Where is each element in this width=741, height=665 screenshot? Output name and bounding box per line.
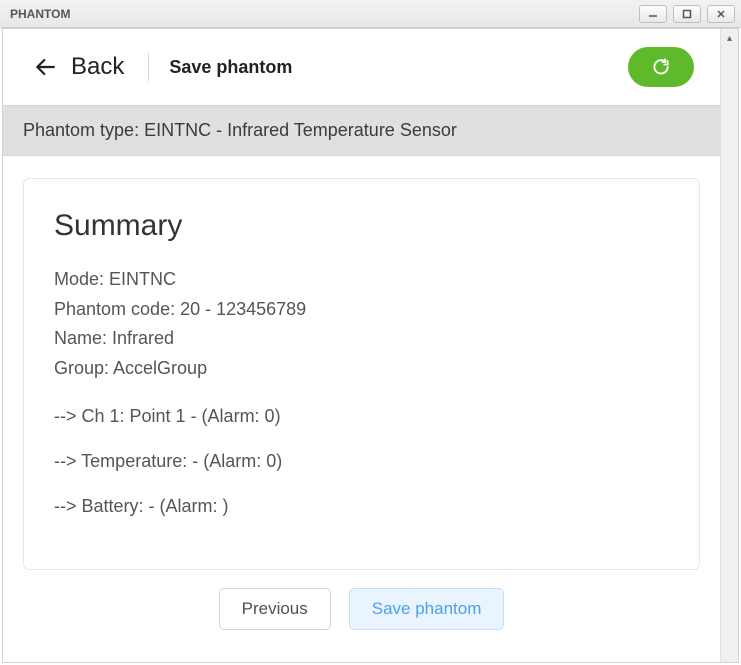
back-button[interactable]: Back	[33, 53, 124, 81]
page: Back Save phantom Phantom type: EINTNC -…	[3, 29, 720, 662]
phantom-type-banner: Phantom type: EINTNC - Infrared Temperat…	[3, 105, 720, 156]
save-phantom-button[interactable]: Save phantom	[349, 588, 505, 630]
phantom-type-text: Phantom type: EINTNC - Infrared Temperat…	[23, 120, 457, 140]
summary-name: Name: Infrared	[54, 324, 669, 354]
back-arrow-icon	[33, 54, 59, 80]
page-title: Save phantom	[169, 57, 292, 78]
close-icon	[716, 9, 726, 19]
card-container: Summary Mode: EINTNC Phantom code: 20 - …	[3, 156, 720, 582]
window-controls	[639, 5, 735, 23]
refresh-icon	[651, 57, 671, 77]
page-header: Back Save phantom	[3, 33, 720, 105]
previous-label: Previous	[242, 599, 308, 619]
summary-mode: Mode: EINTNC	[54, 265, 669, 295]
vertical-scrollbar[interactable]: ▴	[720, 29, 738, 662]
window-titlebar: PHANTOM	[0, 0, 741, 28]
refresh-button[interactable]	[628, 47, 694, 87]
save-phantom-label: Save phantom	[372, 599, 482, 619]
close-button[interactable]	[707, 5, 735, 23]
scroll-up-arrow-icon[interactable]: ▴	[721, 29, 738, 47]
summary-group: Group: AccelGroup	[54, 354, 669, 384]
channel-line: --> Battery: - (Alarm: )	[54, 496, 669, 517]
summary-channels: --> Ch 1: Point 1 - (Alarm: 0) --> Tempe…	[54, 406, 669, 517]
maximize-icon	[682, 9, 692, 19]
summary-code: Phantom code: 20 - 123456789	[54, 295, 669, 325]
footer: Previous Save phantom	[3, 582, 720, 644]
window-title: PHANTOM	[10, 7, 70, 21]
header-divider	[148, 53, 149, 81]
minimize-button[interactable]	[639, 5, 667, 23]
back-label: Back	[71, 53, 124, 81]
channel-line: --> Temperature: - (Alarm: 0)	[54, 451, 669, 472]
summary-heading: Summary	[54, 209, 669, 243]
maximize-button[interactable]	[673, 5, 701, 23]
previous-button[interactable]: Previous	[219, 588, 331, 630]
client-area: Back Save phantom Phantom type: EINTNC -…	[2, 28, 739, 663]
minimize-icon	[648, 9, 658, 19]
summary-card: Summary Mode: EINTNC Phantom code: 20 - …	[23, 178, 700, 570]
channel-line: --> Ch 1: Point 1 - (Alarm: 0)	[54, 406, 669, 427]
